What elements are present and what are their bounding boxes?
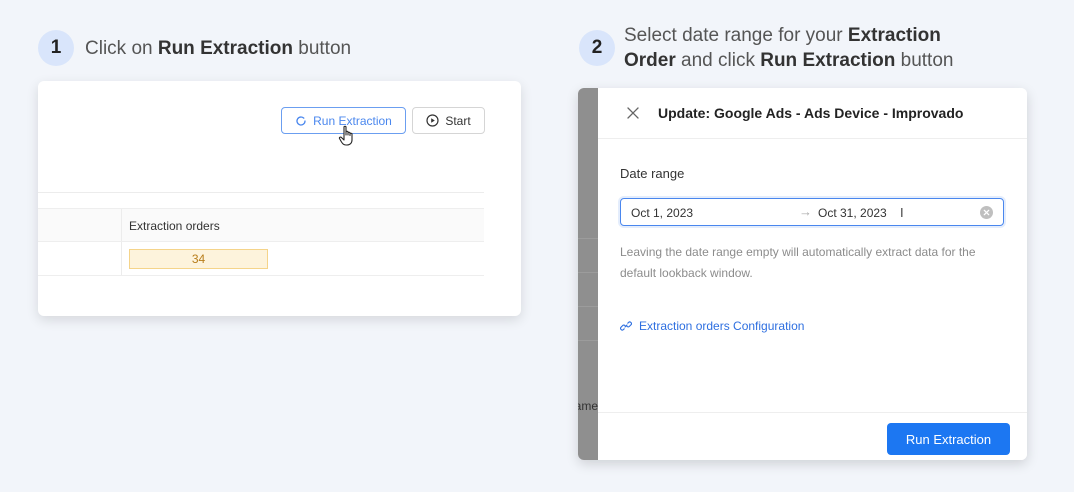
modal-overlay[interactable]: ame bbox=[578, 88, 598, 460]
drawer-title: Update: Google Ads - Ads Device - Improv… bbox=[658, 105, 964, 121]
drawer-header: Update: Google Ads - Ads Device - Improv… bbox=[598, 88, 1027, 139]
close-icon[interactable] bbox=[626, 106, 640, 120]
play-circle-icon bbox=[426, 114, 439, 127]
date-start-input[interactable]: Oct 1, 2023 bbox=[631, 206, 693, 220]
step-2-screenshot-card: ame Update: Google Ads - Ads Device - Im… bbox=[578, 88, 1027, 460]
table-row: 34 bbox=[38, 242, 484, 276]
date-range-picker[interactable]: Oct 1, 2023 → Oct 31, 2023 I bbox=[620, 198, 1004, 226]
clear-circle-icon[interactable] bbox=[980, 206, 993, 219]
step-1-text-bold: Run Extraction bbox=[157, 38, 293, 59]
column-header-extraction-orders[interactable]: Extraction orders bbox=[129, 219, 220, 233]
step-2-instruction: Select date range for your Extraction Or… bbox=[624, 23, 953, 73]
step-1-text-post: button bbox=[292, 38, 352, 59]
config-link-label: Extraction orders Configuration bbox=[639, 319, 805, 333]
column-separator bbox=[121, 242, 122, 275]
step-1-screenshot-card: Run Extraction Start Extraction orders 3… bbox=[38, 81, 521, 316]
extraction-table: Extraction orders 34 bbox=[38, 208, 484, 276]
step-2-line-1: Select date range for your Extraction bbox=[624, 23, 953, 48]
overlay-row-line bbox=[578, 272, 598, 273]
extraction-orders-count-badge[interactable]: 34 bbox=[129, 249, 268, 269]
step-2-line1-pre: Select date range for your bbox=[624, 25, 848, 46]
step-1-text-pre: Click on bbox=[85, 38, 158, 59]
column-separator bbox=[121, 209, 122, 241]
step-2-line2-bold2: Run Extraction bbox=[760, 50, 896, 71]
overlay-row-line bbox=[578, 306, 598, 307]
step-2-line2-mid: and click bbox=[675, 50, 761, 71]
start-label: Start bbox=[445, 113, 471, 128]
start-button[interactable]: Start bbox=[412, 107, 485, 134]
hand-cursor-icon bbox=[338, 125, 353, 146]
step-1-instruction: Click on Run Extraction button bbox=[85, 36, 351, 61]
drawer-footer: Run Extraction bbox=[598, 412, 1027, 460]
step-2-badge: 2 bbox=[579, 30, 615, 66]
step-2-line1-bold: Extraction bbox=[847, 25, 941, 46]
date-end-input[interactable]: Oct 31, 2023 bbox=[818, 206, 887, 220]
date-range-label: Date range bbox=[620, 166, 685, 181]
link-icon bbox=[620, 321, 632, 331]
arrow-right-icon: → bbox=[799, 204, 812, 219]
background-text-fragment: ame bbox=[578, 399, 598, 413]
step-2-line2-post: button bbox=[895, 50, 954, 71]
overlay-row-line bbox=[578, 340, 598, 341]
step-1-badge: 1 bbox=[38, 30, 74, 66]
step-2-line-2: Order and click Run Extraction button bbox=[624, 48, 953, 73]
refresh-icon bbox=[296, 115, 306, 126]
table-header-row: Extraction orders bbox=[38, 208, 484, 242]
date-range-help-text: Leaving the date range empty will automa… bbox=[620, 245, 976, 280]
text-cursor-icon: I bbox=[900, 205, 904, 220]
run-extraction-primary-button[interactable]: Run Extraction bbox=[887, 423, 1010, 455]
extraction-orders-config-link[interactable]: Extraction orders Configuration bbox=[620, 319, 804, 333]
overlay-row-line bbox=[578, 238, 598, 239]
update-drawer: Update: Google Ads - Ads Device - Improv… bbox=[598, 88, 1027, 460]
divider bbox=[38, 192, 484, 193]
step-2-line2-bold1: Order bbox=[624, 50, 676, 71]
